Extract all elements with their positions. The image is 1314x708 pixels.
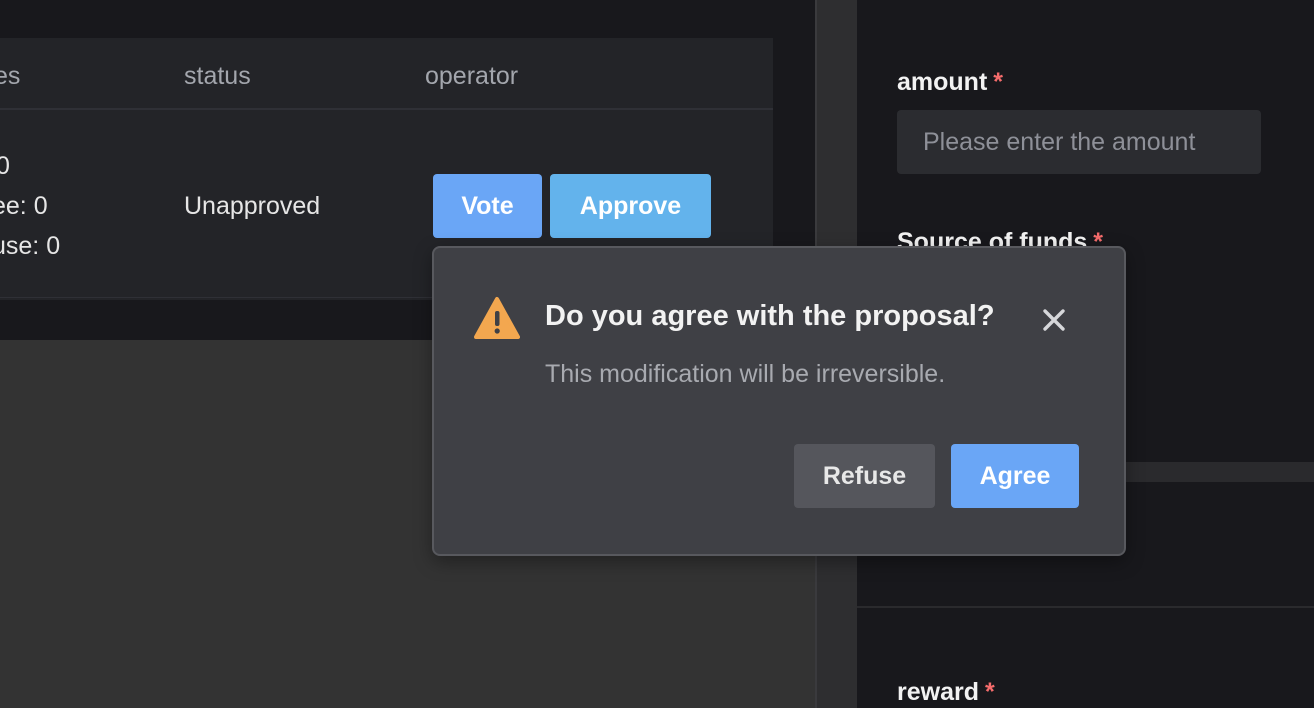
agree-button[interactable]: Agree xyxy=(951,444,1079,508)
vote-button[interactable]: Vote xyxy=(433,174,542,238)
page: es status operator 0 ee: 0 use: 0 Unappr… xyxy=(0,0,1314,708)
popover-message: This modification will be irreversible. xyxy=(545,360,946,388)
column-header-operator: operator xyxy=(425,62,519,90)
votes-line: use: 0 xyxy=(0,232,61,260)
votes-line: ee: 0 xyxy=(0,192,48,220)
approve-button[interactable]: Approve xyxy=(550,174,711,238)
warning-icon xyxy=(474,297,520,339)
status-cell: Unapproved xyxy=(184,192,321,220)
column-header-status: status xyxy=(184,62,251,90)
amount-input[interactable] xyxy=(897,110,1261,174)
reward-label: reward * xyxy=(897,678,995,706)
required-mark: * xyxy=(984,678,995,706)
votes-line: 0 xyxy=(0,152,10,180)
close-icon[interactable] xyxy=(1040,306,1068,334)
column-header-votes: es xyxy=(0,62,21,90)
section-divider xyxy=(857,606,1314,608)
refuse-button[interactable]: Refuse xyxy=(794,444,935,508)
table-header: es status operator xyxy=(0,38,773,110)
required-mark: * xyxy=(993,68,1004,96)
popover-title: Do you agree with the proposal? xyxy=(545,300,995,332)
confirm-popover: Do you agree with the proposal? This mod… xyxy=(432,246,1126,556)
amount-label: amount * xyxy=(897,68,1004,96)
